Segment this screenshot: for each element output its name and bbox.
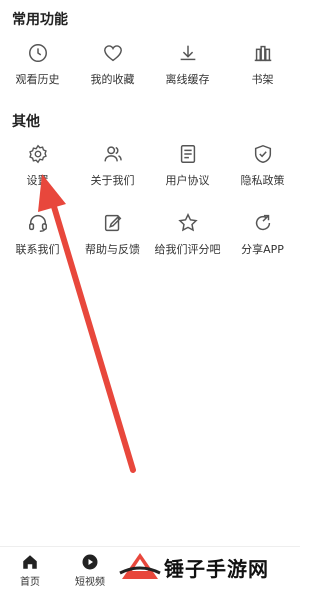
watermark-text: 锤子手游网 bbox=[164, 557, 269, 581]
clock-icon bbox=[27, 42, 49, 64]
contact-us-button[interactable]: 联系我们 bbox=[0, 212, 75, 268]
nav-short-video-label: 短视频 bbox=[75, 577, 105, 588]
share-app-label: 分享APP bbox=[241, 243, 284, 256]
bookshelf-label: 书架 bbox=[251, 73, 274, 86]
favorites-label: 我的收藏 bbox=[90, 73, 135, 86]
rate-us-button[interactable]: 给我们评分吧 bbox=[150, 212, 225, 268]
rate-us-label: 给我们评分吧 bbox=[154, 243, 221, 256]
offline-cache-button[interactable]: 离线缓存 bbox=[150, 42, 225, 98]
document-icon bbox=[177, 143, 199, 165]
headset-icon bbox=[27, 212, 49, 234]
heart-icon bbox=[102, 42, 124, 64]
watch-history-label: 观看历史 bbox=[15, 73, 60, 86]
favorites-button[interactable]: 我的收藏 bbox=[75, 42, 150, 98]
section-title-other: 其他 bbox=[12, 114, 40, 130]
gear-icon bbox=[27, 143, 49, 165]
contact-us-label: 联系我们 bbox=[15, 243, 60, 256]
bookshelf-icon bbox=[252, 42, 274, 64]
share-refresh-icon bbox=[252, 212, 274, 234]
nav-home-label: 首页 bbox=[20, 577, 40, 588]
bookshelf-button[interactable]: 书架 bbox=[225, 42, 300, 98]
watermark-logo bbox=[119, 553, 161, 579]
users-icon bbox=[102, 143, 124, 165]
share-app-button[interactable]: 分享APP bbox=[225, 212, 300, 268]
help-feedback-label: 帮助与反馈 bbox=[85, 243, 140, 256]
about-us-label: 关于我们 bbox=[90, 174, 135, 187]
help-feedback-button[interactable]: 帮助与反馈 bbox=[75, 212, 150, 268]
nav-home[interactable]: 首页 bbox=[0, 553, 60, 588]
privacy-policy-button[interactable]: 隐私政策 bbox=[225, 143, 300, 199]
settings-label: 设置 bbox=[26, 174, 49, 187]
offline-cache-label: 离线缓存 bbox=[165, 73, 210, 86]
about-us-button[interactable]: 关于我们 bbox=[75, 143, 150, 199]
home-icon bbox=[23, 555, 37, 569]
user-agreement-label: 用户协议 bbox=[165, 174, 210, 187]
settings-button[interactable]: 设置 bbox=[0, 143, 75, 199]
section-title-common: 常用功能 bbox=[12, 12, 68, 28]
watch-history-button[interactable]: 观看历史 bbox=[0, 42, 75, 98]
shield-check-icon bbox=[252, 143, 274, 165]
privacy-policy-label: 隐私政策 bbox=[240, 174, 285, 187]
nav-short-video[interactable]: 短视频 bbox=[60, 553, 120, 588]
user-agreement-button[interactable]: 用户协议 bbox=[150, 143, 225, 199]
edit-icon bbox=[102, 212, 124, 234]
play-icon bbox=[82, 554, 98, 570]
star-icon bbox=[177, 212, 199, 234]
download-icon bbox=[177, 42, 199, 64]
